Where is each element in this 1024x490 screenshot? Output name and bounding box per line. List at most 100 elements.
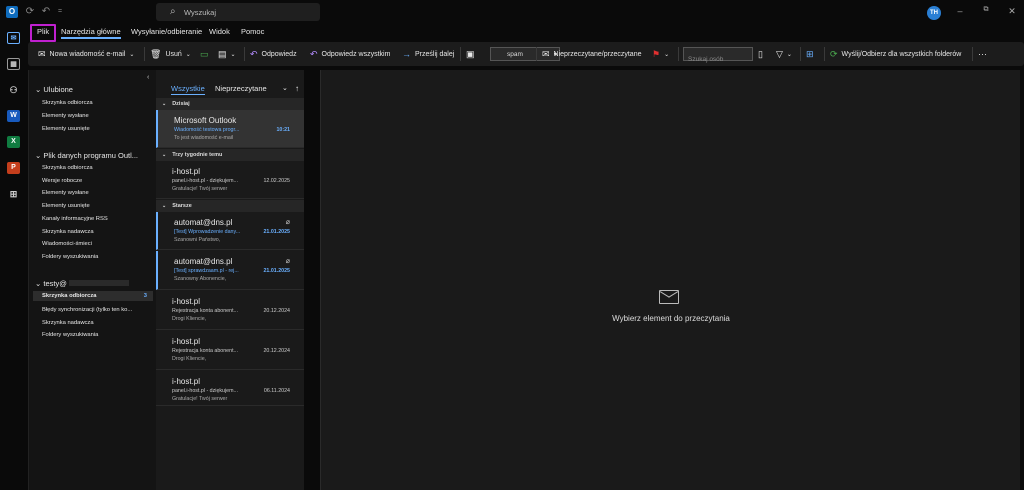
- list-header: Wszystkie Nieprzeczytane ⌄ ↑: [156, 70, 304, 96]
- list-item[interactable]: i-host.pl panel.i-host.pl - dziękujem...…: [156, 161, 304, 199]
- favorites-section[interactable]: ⌄ Ulubione: [35, 85, 73, 94]
- apps-button[interactable]: ⊞: [806, 47, 818, 61]
- excel-icon[interactable]: X: [7, 136, 20, 148]
- list-item[interactable]: i-host.pl Rejestracja konta abonent... D…: [156, 291, 304, 330]
- tab-help[interactable]: Pomoc: [241, 27, 264, 36]
- folder-item[interactable]: Elementy usunięte: [42, 203, 90, 209]
- list-item[interactable]: automat@dns.pl ⌀ [Test] Wprowadzenie dan…: [156, 212, 304, 250]
- new-email-icon: ✉: [38, 48, 46, 59]
- list-item[interactable]: i-host.pl Rejestracja konta abonent... D…: [156, 331, 304, 370]
- undo-icon[interactable]: ↶: [40, 6, 52, 18]
- app-bar: ✉ ▦ ⚇ W X P ⊞: [0, 24, 28, 490]
- powerpoint-icon[interactable]: P: [7, 162, 20, 174]
- forward-icon: →: [402, 49, 411, 59]
- mail-icon[interactable]: ✉: [7, 32, 20, 44]
- search-box[interactable]: ⌕: [156, 3, 320, 21]
- move-folder-icon: ▤: [218, 48, 227, 59]
- search-icon: ⌕: [170, 6, 176, 17]
- people-search-input[interactable]: [684, 53, 752, 66]
- folder-item[interactable]: Kanały informacyjne RSS: [42, 216, 108, 222]
- folder-item[interactable]: Wersje robocze: [42, 178, 82, 184]
- attachment-icon: ⌀: [285, 219, 290, 226]
- word-icon[interactable]: W: [7, 110, 20, 122]
- folder-icon: ▣: [466, 48, 475, 59]
- reading-pane: Wybierz element do przeczytania: [320, 70, 1020, 490]
- reply-icon: ↶: [250, 48, 258, 59]
- reply-all-icon: ↶: [310, 48, 318, 59]
- address-book-icon: ▯: [758, 48, 763, 59]
- folder-item[interactable]: Foldery wyszukiwania: [42, 332, 98, 338]
- folder-item[interactable]: Foldery wyszukiwania: [42, 254, 98, 260]
- datafile-section[interactable]: ⌄ Plik danych programu Outl...: [35, 151, 138, 160]
- close-icon[interactable]: ✕: [1006, 6, 1018, 17]
- calendar-icon[interactable]: ▦: [7, 58, 20, 70]
- folder-pane: ‹ ⌄ Ulubione Skrzynka odbiorcza Elementy…: [28, 70, 156, 490]
- empty-reading-message: Wybierz element do przeczytania: [612, 314, 730, 323]
- tab-view[interactable]: Widok: [209, 27, 230, 36]
- ribbon-tabs: Plik Narzędzia główne Wysyłanie/odbieran…: [28, 24, 1024, 42]
- folder-item[interactable]: Skrzynka nadawcza: [42, 229, 94, 235]
- search-input[interactable]: [184, 4, 314, 20]
- send-receive-all-button[interactable]: ⟳ Wyślij/Odbierz dla wszystkich folderów: [830, 47, 961, 61]
- account-section[interactable]: ⌄ testy@: [35, 279, 129, 288]
- trash-icon: 🗑: [150, 48, 162, 59]
- flag-button[interactable]: ⚑ ⌄: [652, 47, 669, 61]
- unread-count-badge: 3: [143, 293, 147, 299]
- filter-icon: ▽: [776, 48, 783, 59]
- unread-read-button[interactable]: ✉ Nieprzeczytane/przeczytane: [542, 47, 641, 61]
- avatar[interactable]: TH: [927, 6, 941, 20]
- new-email-button[interactable]: ✉ Nowa wiadomość e-mail ⌄: [38, 47, 134, 61]
- restore-icon[interactable]: ⧉: [980, 6, 992, 14]
- filter-button[interactable]: ▽ ⌄: [776, 47, 792, 61]
- flag-icon: ⚑: [652, 48, 661, 59]
- folder-item[interactable]: Wiadomości-śmieci: [42, 241, 92, 247]
- forward-button[interactable]: → Prześlij dalej: [402, 47, 454, 61]
- archive-button[interactable]: ▭: [200, 47, 213, 61]
- envelope-open-icon: ✉: [542, 48, 550, 59]
- message-list: Wszystkie Nieprzeczytane ⌄ ↑ ⌄ Dzisiaj Mi…: [156, 70, 304, 490]
- group-header[interactable]: ⌄ Dzisiaj: [156, 98, 304, 110]
- tab-unread[interactable]: Nieprzeczytane: [215, 84, 267, 93]
- people-search-box[interactable]: [683, 47, 753, 66]
- folder-item[interactable]: Skrzynka odbiorcza: [42, 165, 93, 171]
- filter-dropdown-icon[interactable]: ⌄: [282, 84, 288, 92]
- group-header[interactable]: ⌄ Starsze: [156, 200, 304, 212]
- address-book-button[interactable]: ▯: [758, 47, 767, 61]
- list-item[interactable]: i-host.pl panel.i-host.pl - dziękujem...…: [156, 371, 304, 406]
- redacted-account-name: [68, 280, 129, 286]
- tab-all[interactable]: Wszystkie: [171, 84, 205, 95]
- tab-send-receive[interactable]: Wysyłanie/odbieranie: [131, 27, 202, 36]
- reply-button[interactable]: ↶ Odpowiedz: [250, 47, 297, 61]
- tab-home[interactable]: Narzędzia główne: [61, 27, 121, 39]
- group-header[interactable]: ⌄ Trzy tygodnie temu: [156, 149, 304, 161]
- folder-item[interactable]: Elementy wysłane: [42, 190, 89, 196]
- attachment-icon: ⌀: [285, 258, 290, 265]
- send-receive-icon: ⟳: [830, 48, 838, 59]
- folder-item[interactable]: Skrzynka nadawcza: [42, 320, 94, 326]
- folder-item[interactable]: Błędy synchronizacji (tylko ten ko...: [42, 307, 132, 313]
- more-options-button[interactable]: ···: [978, 47, 987, 61]
- move-to-folder-button[interactable]: ▣: [466, 47, 479, 61]
- people-icon[interactable]: ⚇: [7, 84, 20, 96]
- quick-access-dropdown-icon[interactable]: =: [54, 6, 66, 18]
- folder-item[interactable]: Skrzynka odbiorcza: [42, 100, 93, 106]
- folder-item[interactable]: Elementy wysłane: [42, 113, 89, 119]
- apps-icon: ⊞: [806, 48, 814, 59]
- apps-grid-icon[interactable]: ⊞: [7, 188, 20, 200]
- list-item[interactable]: Microsoft Outlook Wiadomość testowa prog…: [156, 110, 304, 148]
- delete-button[interactable]: 🗑 Usuń ⌄: [150, 47, 191, 61]
- list-item[interactable]: automat@dns.pl ⌀ [Test] sprawdzaam.pl - …: [156, 251, 304, 290]
- move-button[interactable]: ▤ ⌄: [218, 47, 236, 61]
- collapse-pane-icon[interactable]: ‹: [147, 74, 149, 81]
- outlook-logo-icon: O: [6, 6, 18, 18]
- title-bar: O ⟳ ↶ = ⌕ TH – ⧉ ✕: [0, 0, 1024, 24]
- sort-arrow-icon[interactable]: ↑: [295, 84, 299, 93]
- minimize-icon[interactable]: –: [954, 6, 966, 16]
- sync-icon[interactable]: ⟳: [24, 6, 36, 18]
- folder-item-inbox-selected[interactable]: Skrzynka odbiorcza 3: [33, 291, 153, 301]
- reply-all-button[interactable]: ↶ Odpowiedz wszystkim: [310, 47, 390, 61]
- folder-item[interactable]: Elementy usunięte: [42, 126, 90, 132]
- file-tab-highlight: [30, 24, 56, 42]
- ribbon-toolbar: ✉ Nowa wiadomość e-mail ⌄ 🗑 Usuń ⌄ ▭ ▤ ⌄…: [28, 42, 1024, 66]
- archive-icon: ▭: [200, 48, 209, 59]
